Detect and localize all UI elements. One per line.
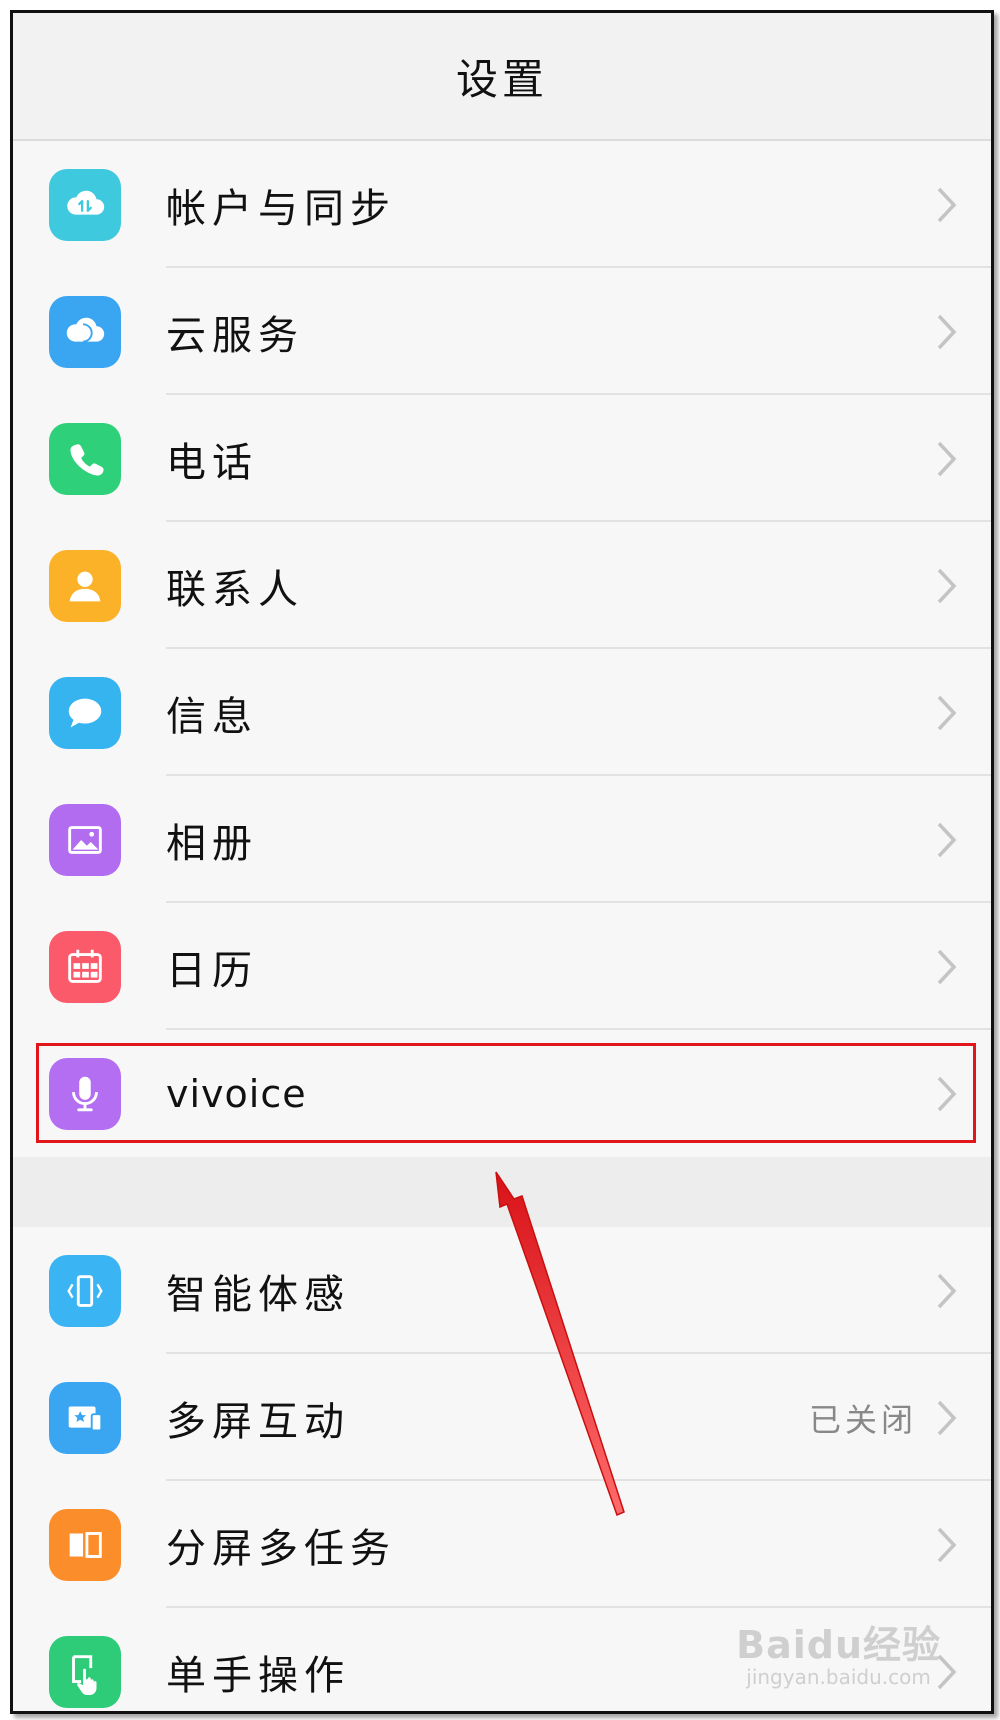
settings-item-label: 云服务 xyxy=(166,312,304,359)
settings-item-calendar[interactable]: 日历 xyxy=(13,903,991,1030)
settings-item-phone[interactable]: 电话 xyxy=(13,395,991,522)
cloud-sync-icon xyxy=(49,168,121,241)
section-divider xyxy=(13,1157,991,1227)
settings-item-label: 分屏多任务 xyxy=(166,1525,396,1572)
chevron-right-icon xyxy=(935,1398,963,1438)
settings-item-messages[interactable]: 信息 xyxy=(13,649,991,776)
multiscreen-icon xyxy=(49,1381,121,1454)
settings-item-label: vivoice xyxy=(166,1071,307,1116)
gallery-icon xyxy=(49,803,121,876)
settings-item-gallery[interactable]: 相册 xyxy=(13,776,991,903)
chevron-right-icon xyxy=(935,185,963,225)
motion-phone-icon xyxy=(49,1254,121,1327)
settings-item-label: 联系人 xyxy=(166,566,304,613)
settings-item-label: 信息 xyxy=(166,693,258,740)
page-title: 设置 xyxy=(13,13,991,141)
cloud-icon xyxy=(49,295,121,368)
chevron-right-icon xyxy=(935,566,963,606)
phone-icon xyxy=(49,422,121,495)
settings-item-label: 多屏互动 xyxy=(166,1398,350,1445)
chevron-right-icon xyxy=(935,1271,963,1311)
settings-item-label: 帐户与同步 xyxy=(166,185,396,232)
chevron-right-icon xyxy=(935,312,963,352)
settings-item-split-screen[interactable]: 分屏多任务 xyxy=(13,1481,991,1608)
settings-screen: 设置 帐户与同步 云服务 电话 联系人 信息 相册 日历 vivoice 智能体… xyxy=(10,10,994,1714)
settings-item-cloud-service[interactable]: 云服务 xyxy=(13,268,991,395)
settings-item-label: 智能体感 xyxy=(166,1271,350,1318)
chevron-right-icon xyxy=(935,947,963,987)
settings-item-smart-motion[interactable]: 智能体感 xyxy=(13,1227,991,1354)
chevron-right-icon xyxy=(935,693,963,733)
message-icon xyxy=(49,676,121,749)
split-screen-icon xyxy=(49,1508,121,1581)
settings-item-label: 日历 xyxy=(166,947,258,994)
settings-item-vivoice[interactable]: vivoice xyxy=(13,1030,991,1157)
settings-item-one-hand[interactable]: 单手操作 xyxy=(13,1608,991,1711)
chevron-right-icon xyxy=(935,1525,963,1565)
chevron-right-icon xyxy=(935,1074,963,1114)
settings-item-multiscreen[interactable]: 多屏互动 已关闭 xyxy=(13,1354,991,1481)
settings-group-2: 智能体感 多屏互动 已关闭 分屏多任务 单手操作 xyxy=(13,1227,991,1711)
settings-item-account-sync[interactable]: 帐户与同步 xyxy=(13,141,991,268)
calendar-icon xyxy=(49,930,121,1003)
microphone-icon xyxy=(49,1057,121,1130)
chevron-right-icon xyxy=(935,1652,963,1692)
one-hand-icon xyxy=(49,1635,121,1708)
settings-item-contacts[interactable]: 联系人 xyxy=(13,522,991,649)
settings-item-label: 电话 xyxy=(166,439,258,486)
chevron-right-icon xyxy=(935,820,963,860)
settings-item-label: 单手操作 xyxy=(166,1652,350,1699)
contact-icon xyxy=(49,549,121,622)
multiscreen-status: 已关闭 xyxy=(808,1400,917,1439)
settings-group-1: 帐户与同步 云服务 电话 联系人 信息 相册 日历 vivoice xyxy=(13,141,991,1157)
settings-item-label: 相册 xyxy=(166,820,258,867)
page-title-text: 设置 xyxy=(455,54,548,104)
chevron-right-icon xyxy=(935,439,963,479)
